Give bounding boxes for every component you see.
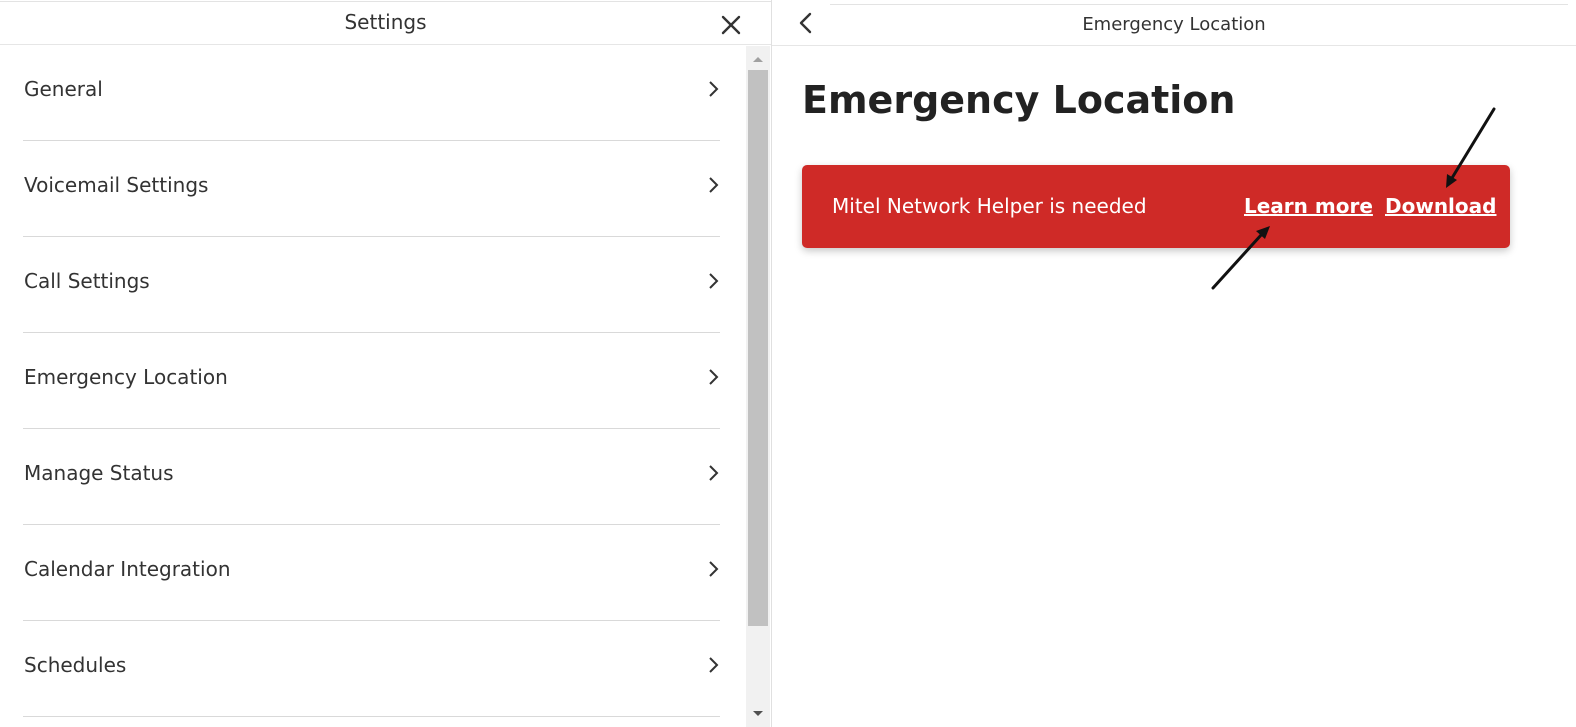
scrollbar-thumb[interactable] [748, 70, 768, 626]
settings-item-label: Voicemail Settings [24, 173, 209, 197]
settings-item-label: Manage Status [24, 461, 174, 485]
settings-item-manage-status[interactable]: Manage Status [23, 429, 720, 525]
settings-list: General Voicemail Settings Call Settings… [23, 45, 720, 717]
settings-item-general[interactable]: General [23, 45, 720, 141]
detail-header: Emergency Location [772, 0, 1576, 46]
header-rule [830, 4, 1568, 5]
learn-more-link[interactable]: Learn more [1244, 194, 1373, 218]
scroll-down-arrow-icon [753, 711, 763, 716]
banner-message: Mitel Network Helper is needed [832, 194, 1147, 218]
settings-item-calendar-integration[interactable]: Calendar Integration [23, 525, 720, 621]
network-helper-banner: Mitel Network Helper is needed Learn mor… [802, 165, 1510, 248]
scroll-up-button[interactable] [746, 48, 770, 70]
settings-item-label: Schedules [24, 653, 127, 677]
page-title: Emergency Location [802, 78, 1236, 122]
detail-header-title: Emergency Location [1082, 14, 1266, 35]
settings-title: Settings [344, 10, 427, 34]
scroll-up-arrow-icon [753, 57, 763, 62]
scroll-down-button[interactable] [746, 703, 770, 725]
settings-item-emergency-location[interactable]: Emergency Location [23, 333, 720, 429]
chevron-right-icon [709, 369, 719, 385]
emergency-location-panel: Emergency Location Emergency Location Mi… [772, 0, 1576, 727]
close-icon [721, 15, 741, 35]
settings-scrollbar[interactable] [746, 46, 770, 727]
chevron-right-icon [709, 657, 719, 673]
settings-item-label: Emergency Location [24, 365, 228, 389]
chevron-right-icon [709, 273, 719, 289]
settings-item-label: General [24, 77, 103, 101]
app-window: Settings General Voicemail Settings Call… [0, 0, 1576, 727]
chevron-right-icon [709, 177, 719, 193]
chevron-right-icon [709, 561, 719, 577]
settings-item-schedules[interactable]: Schedules [23, 621, 720, 717]
close-button[interactable] [717, 11, 745, 39]
chevron-right-icon [709, 81, 719, 97]
settings-item-label: Calendar Integration [24, 557, 231, 581]
settings-item-voicemail-settings[interactable]: Voicemail Settings [23, 141, 720, 237]
download-link[interactable]: Download [1385, 194, 1496, 218]
settings-panel: Settings General Voicemail Settings Call… [0, 0, 771, 727]
settings-header: Settings [0, 1, 771, 45]
settings-item-label: Call Settings [24, 269, 150, 293]
chevron-right-icon [709, 465, 719, 481]
settings-item-call-settings[interactable]: Call Settings [23, 237, 720, 333]
